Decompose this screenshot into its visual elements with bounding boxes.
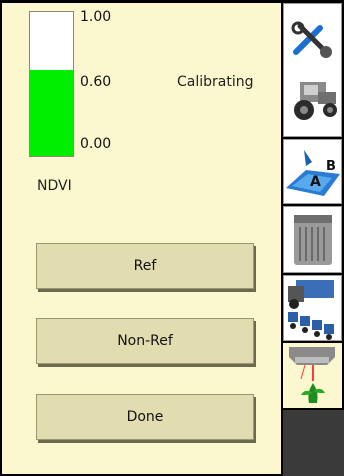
gauge-tick-max: 1.00: [80, 9, 112, 25]
settings-tractor-icon: [291, 21, 337, 120]
ref-button[interactable]: Ref: [36, 243, 254, 289]
non-ref-button[interactable]: Non-Ref: [36, 318, 254, 364]
right-toolbar: A B: [283, 0, 344, 476]
ndvi-gauge-fill: [30, 69, 73, 156]
ab-letter-a: A: [310, 174, 321, 190]
ndvi-gauge: [29, 11, 74, 157]
seeder-button[interactable]: [283, 275, 342, 341]
calibration-panel: 1.00 0.60 0.00 Calibrating NDVI Ref Non-…: [2, 3, 281, 474]
gauge-label: NDVI: [37, 178, 72, 194]
implement-button[interactable]: [283, 206, 342, 273]
ab-letter-b: B: [326, 159, 336, 174]
gauge-tick-value: 0.60: [80, 74, 112, 90]
gauge-tick-min: 0.00: [80, 136, 112, 152]
implement-icon: [294, 215, 332, 265]
settings-button[interactable]: [283, 3, 342, 137]
seeder-icon: [288, 280, 334, 340]
status-text: Calibrating: [177, 74, 254, 90]
crop-sensor-button[interactable]: [283, 343, 342, 408]
ab-guidance-button[interactable]: A B: [283, 139, 342, 204]
ab-line-icon: A B: [286, 150, 340, 196]
screen-frame: 1.00 0.60 0.00 Calibrating NDVI Ref Non-…: [0, 0, 344, 476]
crop-sensor-icon: [289, 347, 335, 403]
dark-panel: [283, 410, 344, 476]
done-button[interactable]: Done: [36, 394, 254, 440]
